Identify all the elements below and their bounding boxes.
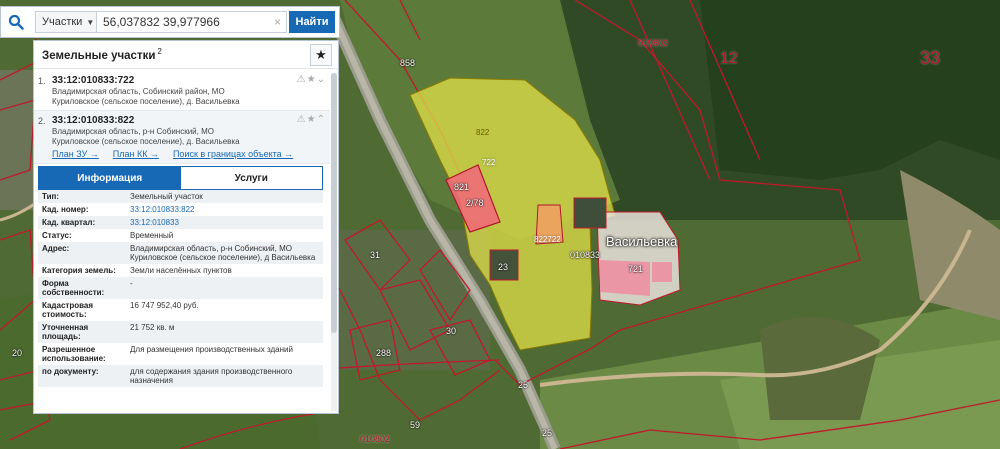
info-key: Кад. квартал:	[42, 218, 96, 227]
search-in-bounds-link[interactable]: Поиск в границах объекта →	[173, 149, 293, 159]
info-value: для содержания здания производственного …	[130, 367, 293, 385]
map-label-23: 23	[498, 262, 509, 272]
info-key: Статус:	[42, 231, 72, 240]
chevron-down-icon: ▼	[86, 17, 95, 27]
info-row: Категория земель: Земли населённых пункто…	[38, 264, 323, 277]
info-value: -	[130, 279, 133, 288]
info-row: по документу: для содержания здания произ…	[38, 365, 323, 387]
result-actions: ⚠★⌄	[297, 74, 326, 85]
result-address-line2: Куриловское (сельское поселение), д. Вас…	[52, 97, 240, 106]
bookmark-button[interactable]: ★	[310, 44, 332, 66]
info-value: Земли населённых пунктов	[130, 266, 232, 275]
star-icon[interactable]: ★	[307, 74, 317, 85]
parcel-plan-link[interactable]: План ЗУ →	[52, 149, 99, 159]
info-value: Для размещения производственных зданий	[130, 345, 293, 354]
panel-header: Земельные участки 2 ★	[34, 41, 338, 69]
search-type-select[interactable]: Участки ▼	[35, 11, 97, 33]
map-label-2-78: 2/78	[466, 198, 484, 208]
info-value: Владимирская область, р-н Собинский, МО …	[130, 244, 316, 262]
cadastral-plan-link[interactable]: План КК →	[113, 149, 159, 159]
map-label-25-b: 25	[542, 428, 553, 438]
map-label-quarter-010833: 010833	[570, 250, 601, 260]
info-key: Разрешенное использование:	[42, 345, 106, 363]
map-label-town-vasilyevka: Васильевка	[606, 234, 678, 249]
info-value[interactable]: 33:12:010833	[126, 216, 323, 229]
info-key: Тип:	[42, 192, 59, 201]
search-input[interactable]: 56,037832 39,977966 ×	[97, 11, 287, 33]
info-value: Временный	[130, 231, 174, 240]
map-label-722: 722	[482, 158, 496, 167]
map-label-288: 288	[376, 348, 392, 358]
info-row: Кад. квартал: 33:12:010833	[38, 216, 323, 229]
tab-services[interactable]: Услуги	[180, 167, 322, 189]
results-panel: Земельные участки 2 ★ 1. 33:12:010833:722…	[33, 40, 339, 414]
result-links: План ЗУ → План КК → Поиск в границах объ…	[52, 149, 324, 159]
map-label-822: 822	[476, 128, 490, 137]
info-key: Адрес:	[42, 244, 70, 253]
result-count: 2	[157, 47, 162, 57]
search-query: 56,037832 39,977966	[103, 15, 220, 29]
map-label-quarter-010802-top: 010802	[638, 38, 669, 48]
scrollbar-thumb[interactable]	[331, 73, 337, 333]
result-address-line1: Владимирская область, р-н Собинский, МО	[52, 127, 214, 136]
info-row: Статус: Временный	[38, 229, 323, 242]
clear-icon[interactable]: ×	[274, 15, 281, 29]
panel-title-text: Земельные участки	[42, 49, 156, 62]
map-label-821: 821	[454, 182, 470, 192]
map-label-31: 31	[370, 250, 381, 260]
result-index: 1.	[38, 76, 46, 86]
info-tabs: Информация Услуги	[38, 166, 323, 190]
info-row: Тип: Земельный участок	[38, 190, 323, 203]
result-cad-number[interactable]: 33:12:010833:722	[52, 75, 324, 86]
info-key: Форма собственности:	[42, 279, 105, 297]
info-key: Категория земель:	[42, 266, 116, 275]
chevron-up-icon[interactable]: ⌃	[317, 114, 326, 125]
warning-icon[interactable]: ⚠	[297, 74, 307, 85]
map-label-25-a: 25	[518, 380, 529, 390]
info-row: Форма собственности: -	[38, 277, 323, 299]
result-address-line2: Куриловское (сельское поселение), д. Вас…	[52, 137, 240, 146]
info-table: Тип: Земельный участок Кад. номер: 33:12:01…	[38, 190, 323, 387]
result-index: 2.	[38, 116, 46, 126]
info-key: по документу:	[42, 367, 99, 376]
info-row: Разрешенное использование: Для размещения…	[38, 343, 323, 365]
info-value: 21 752 кв. м	[130, 323, 175, 332]
panel-scrollbar[interactable]	[331, 73, 337, 411]
panel-body: 1. 33:12:010833:722 Владимирская область…	[34, 71, 330, 413]
star-icon[interactable]: ★	[307, 114, 317, 125]
info-value: Земельный участок	[130, 192, 203, 201]
result-address-line1: Владимирская область, Собинский район, М…	[52, 87, 225, 96]
map-label-721: 721	[628, 264, 644, 274]
info-value: 16 747 952,40 руб.	[130, 301, 199, 310]
info-key: Кадастровая стоимость:	[42, 301, 94, 319]
result-actions: ⚠★⌃	[297, 114, 326, 125]
warning-icon[interactable]: ⚠	[297, 114, 307, 125]
info-row: Адрес: Владимирская область, р-н Собински…	[38, 242, 323, 264]
chevron-down-icon[interactable]: ⌄	[317, 74, 326, 85]
map-label-20: 20	[12, 348, 23, 358]
map-label-30: 30	[446, 326, 457, 336]
map-label-quarter-010802-bottom: 010802	[360, 434, 391, 444]
map-label-33: 33	[920, 48, 941, 68]
map-label-858: 858	[400, 58, 416, 68]
search-icon[interactable]	[1, 7, 31, 37]
tab-information[interactable]: Информация	[39, 167, 181, 189]
info-row: Уточненная площадь: 21 752 кв. м	[38, 321, 323, 343]
info-value[interactable]: 33:12:010833:822	[126, 203, 323, 216]
map-label-822722: 822722	[534, 235, 561, 244]
star-icon: ★	[315, 47, 327, 62]
info-key: Уточненная площадь:	[42, 323, 89, 341]
search-bar: Участки ▼ 56,037832 39,977966 × Найти	[0, 6, 340, 38]
info-row: Кадастровая стоимость: 16 747 952,40 руб.	[38, 299, 323, 321]
info-key: Кад. номер:	[42, 205, 89, 214]
panel-title: Земельные участки 2	[42, 47, 162, 62]
search-type-label: Участки	[42, 16, 83, 28]
map-label-12: 12	[720, 50, 738, 67]
result-cad-number[interactable]: 33:12:010833:822	[52, 115, 324, 126]
find-button[interactable]: Найти	[289, 11, 335, 33]
map-label-59: 59	[410, 420, 421, 430]
result-item-1[interactable]: 1. 33:12:010833:722 Владимирская область…	[34, 71, 330, 111]
info-row: Кад. номер: 33:12:010833:822	[38, 203, 323, 216]
result-item-2[interactable]: 2. 33:12:010833:822 Владимирская область…	[34, 111, 330, 164]
